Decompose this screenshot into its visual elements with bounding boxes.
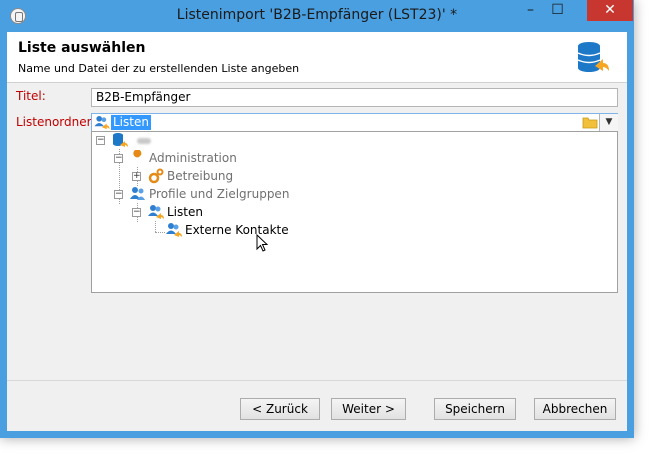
database-folder-icon: [577, 42, 609, 72]
users-list-icon: [94, 115, 110, 130]
dialog-client: Liste auswählen Name und Datei der zu er…: [7, 32, 627, 431]
tree-connector: [155, 221, 156, 232]
wizard-body: Titel: B2B-Empfänger Listenordner: Liste…: [7, 83, 627, 431]
users-list-icon: [166, 223, 182, 237]
collapse-icon[interactable]: −: [132, 208, 141, 217]
tree-item-label: Betreibung: [167, 169, 234, 183]
maximize-button[interactable]: ☐: [544, 0, 571, 21]
database-icon: [113, 133, 128, 147]
wrench-icon: [132, 150, 142, 164]
tree-item-label: Profile und Zielgruppen: [149, 187, 290, 201]
tree-connector: [155, 232, 165, 233]
chevron-down-icon[interactable]: ▼: [599, 114, 618, 131]
folder-tree[interactable]: − − Administration + Betreibung − Profil…: [91, 131, 618, 293]
users-list-icon: [148, 205, 164, 219]
collapse-icon[interactable]: −: [114, 154, 123, 163]
users-icon: [130, 187, 145, 200]
back-button[interactable]: < Zurück: [240, 398, 320, 420]
collapse-icon[interactable]: −: [114, 190, 123, 199]
cancel-button[interactable]: Abbrechen: [534, 398, 616, 420]
next-button[interactable]: Weiter >: [331, 398, 406, 420]
titel-label: Titel:: [16, 89, 46, 103]
collapse-icon[interactable]: −: [96, 136, 105, 145]
listenordner-label: Listenordner:: [16, 115, 96, 129]
minimize-button[interactable]: –: [517, 0, 544, 21]
titel-input[interactable]: B2B-Empfänger: [91, 88, 618, 107]
mouse-cursor-icon: [256, 234, 268, 252]
listenordner-value: Listen: [111, 115, 151, 130]
dialog-window: Listenimport 'B2B-Empfänger (LST23)' * –…: [0, 0, 634, 438]
save-button[interactable]: Speichern: [434, 398, 516, 420]
page-title: Liste auswählen: [18, 40, 146, 56]
title-bar[interactable]: Listenimport 'B2B-Empfänger (LST23)' * –…: [0, 0, 634, 32]
wizard-header: Liste auswählen Name und Datei der zu er…: [7, 32, 627, 83]
blurred-label: [137, 138, 151, 144]
gears-icon: [148, 168, 164, 184]
expand-icon[interactable]: +: [132, 172, 141, 181]
footer-divider: [7, 380, 627, 381]
close-button[interactable]: ✕: [587, 0, 633, 21]
tree-item-label: Listen: [167, 205, 203, 219]
folder-icon[interactable]: [582, 115, 598, 130]
page-subtitle: Name und Datei der zu erstellenden Liste…: [18, 62, 300, 75]
tree-item-label: Externe Kontakte: [185, 223, 289, 237]
listenordner-combo[interactable]: Listen ▼: [91, 113, 618, 132]
tree-item-label: Administration: [149, 151, 237, 165]
